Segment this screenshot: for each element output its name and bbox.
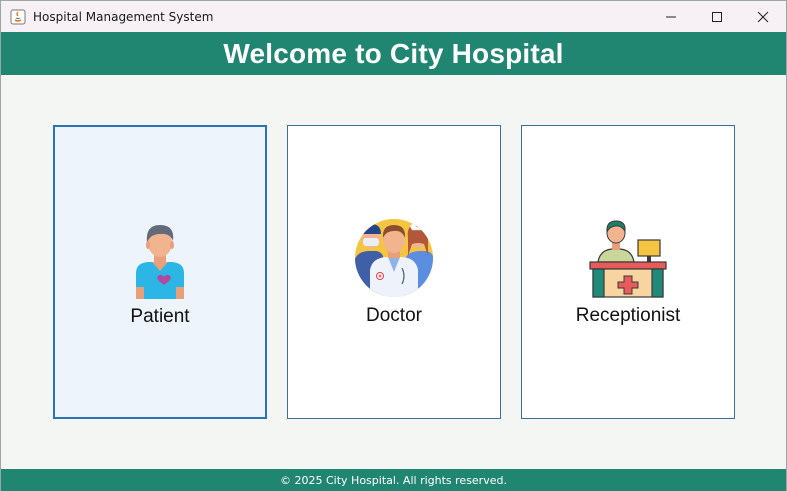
doctor-label: Doctor — [366, 305, 422, 326]
close-icon — [757, 11, 769, 22]
patient-icon — [120, 217, 200, 299]
close-button[interactable] — [740, 1, 786, 32]
minimize-icon — [666, 16, 676, 17]
footer-bar: © 2025 City Hospital. All rights reserve… — [1, 469, 786, 491]
page-title: Welcome to City Hospital — [223, 37, 564, 69]
app-window: Hospital Management System Welcome to Ci… — [0, 0, 787, 491]
doctor-card[interactable]: Doctor — [287, 125, 501, 419]
header-banner: Welcome to City Hospital — [1, 32, 786, 75]
copyright-text: © 2025 City Hospital. All rights reserve… — [280, 473, 507, 487]
maximize-icon — [712, 11, 722, 22]
patient-label: Patient — [130, 306, 190, 327]
title-bar[interactable]: Hospital Management System — [1, 1, 786, 32]
receptionist-card[interactable]: Receptionist — [521, 125, 735, 419]
window-title: Hospital Management System — [33, 9, 214, 24]
maximize-button[interactable] — [694, 1, 740, 32]
doctor-icon — [354, 216, 434, 298]
patient-card[interactable]: Patient — [53, 125, 267, 419]
java-app-icon[interactable] — [10, 9, 26, 25]
receptionist-icon — [588, 216, 668, 298]
receptionist-label: Receptionist — [575, 305, 681, 326]
minimize-button[interactable] — [648, 1, 694, 32]
